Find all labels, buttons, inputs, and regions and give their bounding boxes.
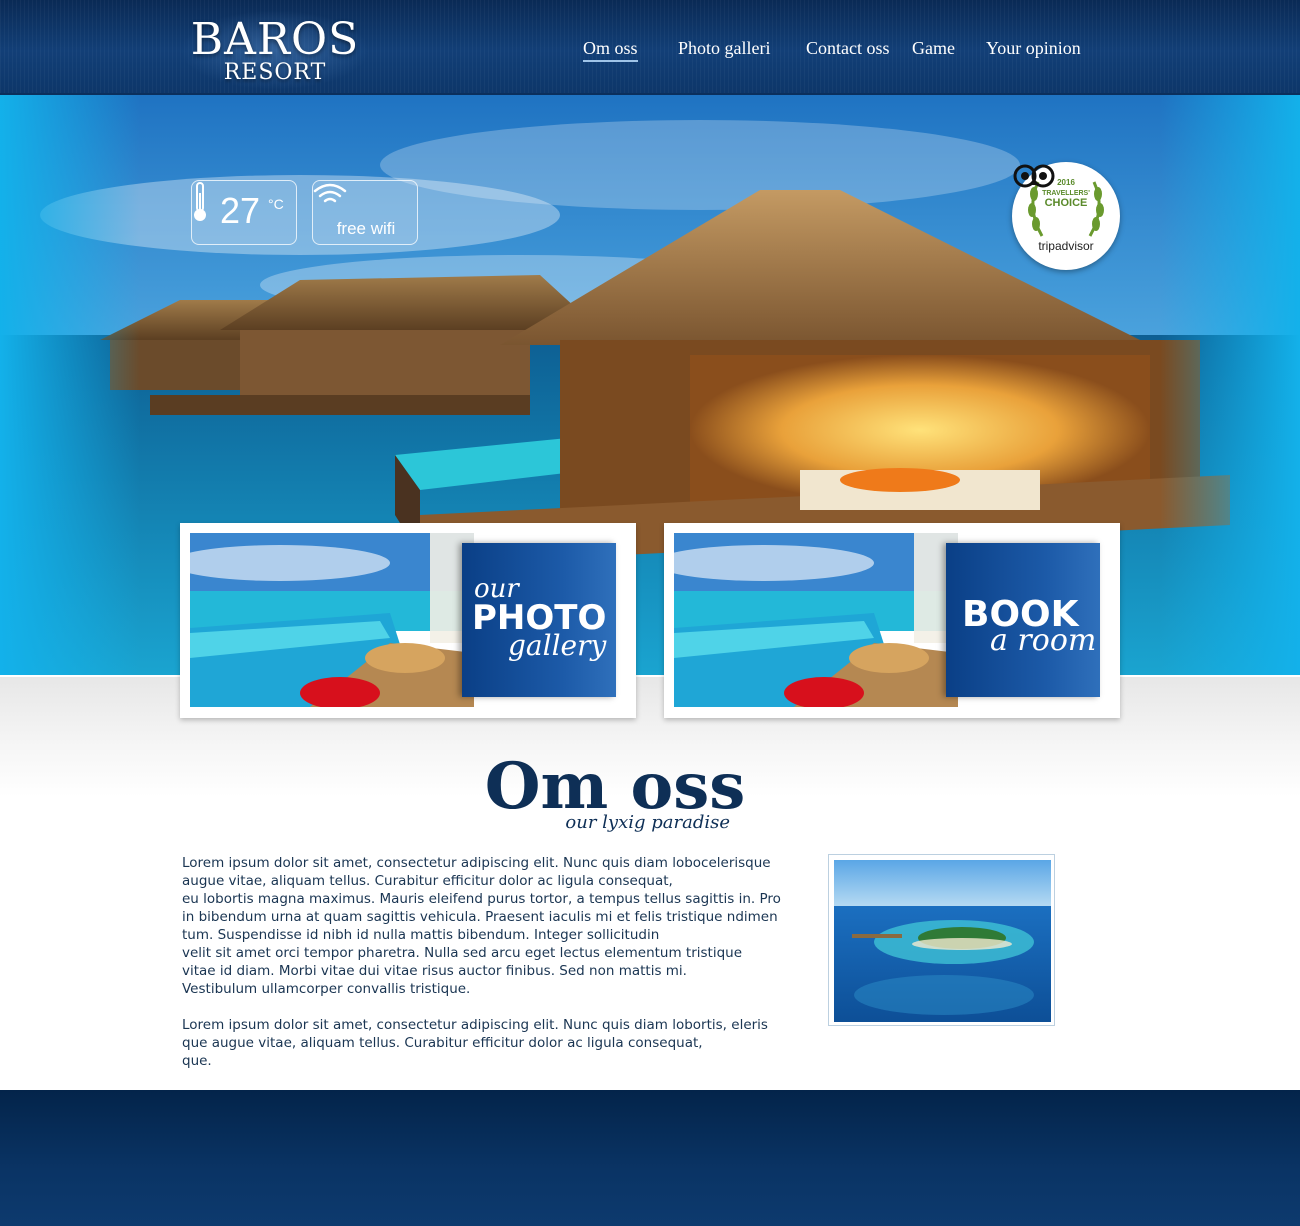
logo-subtitle: RESORT [223,60,327,85]
wifi-icon [313,183,347,203]
island-photo-frame [828,854,1055,1026]
tripadvisor-badge[interactable]: 2016 TRAVELLERS' CHOICE tripadvisor [1012,162,1120,270]
badge-line2: CHOICE [1044,197,1088,209]
book-room-card[interactable]: BOOK a room [664,523,1120,718]
gallery-card-panel: our PHOTO gallery [462,543,616,697]
owl-icon [1013,164,1055,188]
about-paragraph: Lorem ipsum dolor sit amet, consectetur … [182,855,781,997]
photo-gallery-card[interactable]: our PHOTO gallery [180,523,636,718]
wifi-widget: free wifi [312,180,418,245]
nav-item-om-oss[interactable]: Om oss [583,37,638,62]
site-header: BAROS RESORT Om oss Photo galleri Contac… [0,0,1300,95]
gallery-card-line3: gallery [508,629,607,662]
site-footer [0,1090,1300,1226]
nav-item-contact-oss[interactable]: Contact oss [806,37,890,59]
nav-item-photo-galleri[interactable]: Photo galleri [678,37,771,59]
book-card-image [674,533,958,707]
section-subtitle: our lyxig paradise [565,812,730,833]
temperature-unit: °C [268,196,284,212]
badge-name: tripadvisor [1038,239,1094,253]
nav-item-game[interactable]: Game [912,37,955,59]
book-card-panel: BOOK a room [946,543,1100,697]
about-text: Lorem ipsum dolor sit amet, consectetur … [182,854,810,1088]
brand-logo[interactable]: BAROS RESORT [180,10,370,90]
gallery-card-image [190,533,474,707]
wifi-label: free wifi [336,219,396,238]
island-photo [834,860,1051,1022]
book-card-line2: a room [990,623,1097,658]
temperature-value: 27 [220,190,261,231]
logo-name: BAROS [190,14,360,65]
weather-widget: 27 °C [191,180,297,245]
about-paragraph: Lorem ipsum dolor sit amet, consectetur … [182,1017,768,1069]
thermometer-icon [194,182,206,221]
nav-item-your-opinion[interactable]: Your opinion [986,37,1081,59]
